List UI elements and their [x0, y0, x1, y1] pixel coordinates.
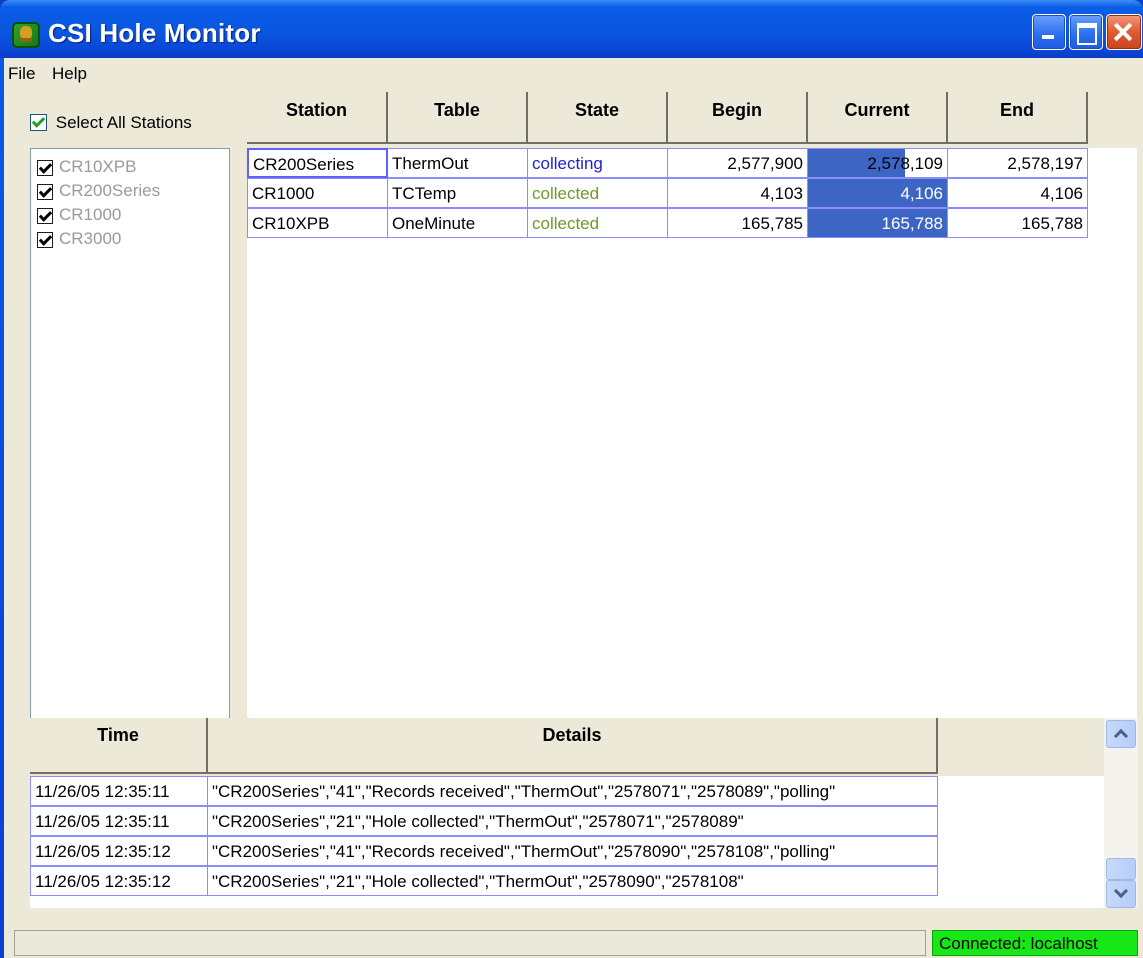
cell-table[interactable]: TCTemp: [388, 178, 528, 208]
log-details: "CR200Series","21","Hole collected","The…: [208, 866, 938, 896]
station-label: CR200Series: [59, 181, 161, 200]
station-item[interactable]: CR10XPB: [37, 157, 136, 179]
checkbox-checked-icon[interactable]: [37, 207, 53, 224]
cell-current[interactable]: 4,106: [808, 178, 948, 208]
column-header-details[interactable]: Details: [208, 718, 938, 774]
log-time: 11/26/05 12:35:11: [30, 776, 208, 806]
status-panel: [14, 930, 926, 956]
column-header-station[interactable]: Station: [247, 92, 388, 144]
cell-end[interactable]: 165,788: [948, 208, 1088, 238]
log-header: Time Details: [30, 718, 1106, 776]
window-title: CSI Hole Monitor: [48, 18, 261, 48]
checkbox-checked-icon[interactable]: [37, 159, 53, 176]
title-bar[interactable]: CSI Hole Monitor: [0, 0, 1143, 58]
cell-state[interactable]: collected: [528, 178, 668, 208]
log-time: 11/26/05 12:35:12: [30, 866, 208, 896]
cell-begin[interactable]: 2,577,900: [668, 148, 808, 178]
checkbox-checked-icon[interactable]: [37, 183, 53, 200]
holes-grid[interactable]: Station Table State Begin Current End CR…: [247, 92, 1137, 762]
menu-file[interactable]: File: [8, 64, 35, 84]
station-item[interactable]: CR1000: [37, 205, 121, 227]
station-label: CR1000: [59, 205, 122, 224]
app-window: CSI Hole Monitor File Help Select All St…: [0, 0, 1143, 958]
event-log[interactable]: Time Details 11/26/05 12:35:11 "CR200Ser…: [30, 718, 1106, 908]
log-details: "CR200Series","41","Records received","T…: [208, 776, 938, 806]
cell-station[interactable]: CR200Series: [247, 148, 388, 178]
station-label: CR10XPB: [59, 157, 137, 176]
minimize-button[interactable]: [1032, 14, 1066, 50]
current-value: 2,578,109: [867, 154, 943, 173]
log-time: 11/26/05 12:35:12: [30, 836, 208, 866]
log-scrollbar[interactable]: [1104, 718, 1138, 908]
cell-begin[interactable]: 165,785: [668, 208, 808, 238]
connection-status: Connected: localhost: [932, 930, 1138, 956]
cell-end[interactable]: 4,106: [948, 178, 1088, 208]
column-header-table[interactable]: Table: [388, 92, 528, 144]
cell-station[interactable]: CR1000: [247, 178, 388, 208]
select-all-checkbox[interactable]: Select All Stations: [30, 112, 192, 133]
checkbox-checked-icon[interactable]: [30, 114, 47, 132]
cell-state[interactable]: collected: [528, 208, 668, 238]
checkbox-checked-icon[interactable]: [37, 231, 53, 248]
maximize-button[interactable]: [1069, 14, 1103, 50]
app-icon: [12, 22, 40, 48]
menu-help[interactable]: Help: [52, 64, 87, 84]
menu-bar: File Help: [4, 58, 1143, 88]
select-all-label: Select All Stations: [55, 112, 192, 132]
cell-table[interactable]: ThermOut: [388, 148, 528, 178]
cell-current[interactable]: 2,578,109: [808, 148, 948, 178]
column-header-state[interactable]: State: [528, 92, 668, 144]
column-header-time[interactable]: Time: [30, 718, 208, 774]
column-header-end[interactable]: End: [948, 92, 1088, 144]
station-item[interactable]: CR3000: [37, 229, 121, 251]
log-details: "CR200Series","41","Records received","T…: [208, 836, 938, 866]
close-button[interactable]: [1106, 14, 1142, 50]
column-header-current[interactable]: Current: [808, 92, 948, 144]
status-bar: Connected: localhost: [4, 924, 1143, 958]
log-details: "CR200Series","21","Hole collected","The…: [208, 806, 938, 836]
current-value: 4,106: [900, 184, 943, 203]
station-list[interactable]: CR10XPB CR200Series CR1000 CR3000: [30, 148, 230, 760]
scroll-up-icon[interactable]: [1106, 720, 1136, 748]
log-time: 11/26/05 12:35:11: [30, 806, 208, 836]
cell-end[interactable]: 2,578,197: [948, 148, 1088, 178]
column-header-begin[interactable]: Begin: [668, 92, 808, 144]
cell-station[interactable]: CR10XPB: [247, 208, 388, 238]
cell-begin[interactable]: 4,103: [668, 178, 808, 208]
cell-current[interactable]: 165,788: [808, 208, 948, 238]
client-area: File Help Select All Stations CR10XPB CR…: [4, 58, 1143, 958]
current-value: 165,788: [881, 214, 943, 233]
station-item[interactable]: CR200Series: [37, 181, 160, 203]
scroll-thumb[interactable]: [1106, 858, 1136, 880]
station-label: CR3000: [59, 229, 122, 248]
grid-header: Station Table State Begin Current End: [247, 92, 1137, 148]
scroll-down-icon[interactable]: [1106, 880, 1136, 908]
cell-state[interactable]: collecting: [528, 148, 668, 178]
cell-table[interactable]: OneMinute: [388, 208, 528, 238]
